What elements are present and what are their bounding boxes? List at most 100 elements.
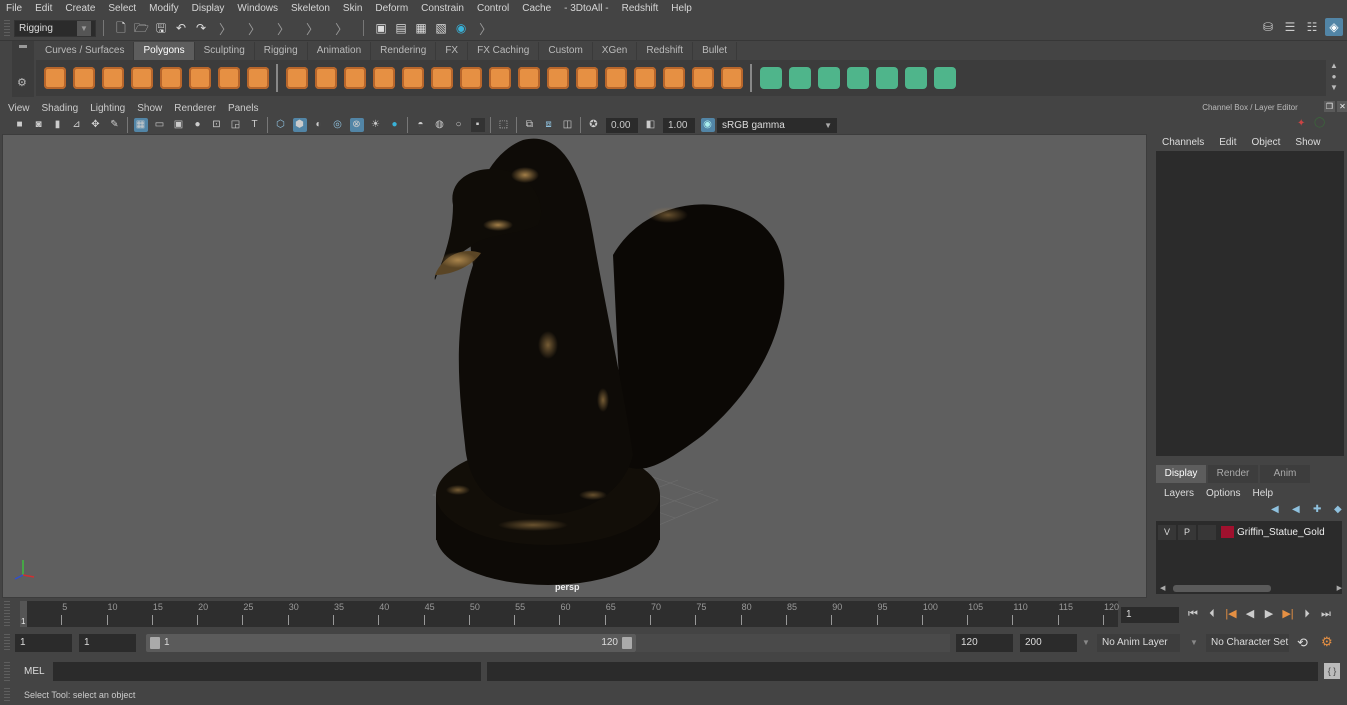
image-plane-icon[interactable]: ⊿ bbox=[70, 118, 84, 132]
shelf-tab-sculpting[interactable]: Sculpting bbox=[194, 42, 255, 60]
tool-settings-icon[interactable]: ☷ bbox=[1303, 18, 1321, 36]
bevel-edge-icon[interactable] bbox=[575, 67, 598, 89]
attribute-editor-icon[interactable]: ☰ bbox=[1281, 18, 1299, 36]
shelf-tab-curves-surfaces[interactable]: Curves / Surfaces bbox=[36, 42, 135, 60]
smooth-icon[interactable] bbox=[372, 67, 395, 89]
collapse-arrow-icon[interactable]: 〉 bbox=[335, 19, 348, 38]
poly-cylinder-icon[interactable] bbox=[101, 67, 124, 89]
scroll-up-icon[interactable]: ▲ bbox=[1327, 60, 1341, 71]
script-editor-icon[interactable]: { } bbox=[1324, 663, 1340, 679]
menu-cache[interactable]: Cache bbox=[522, 3, 551, 14]
color-management-icon[interactable]: ◉ bbox=[700, 118, 715, 132]
layer-row[interactable]: V P Griffin_Statue_Gold bbox=[1158, 524, 1325, 540]
viewport-menu-view[interactable]: View bbox=[8, 103, 30, 114]
menu-create[interactable]: Create bbox=[65, 3, 95, 14]
grid-icon[interactable]: ▦ bbox=[133, 118, 148, 132]
layer-visibility-toggle[interactable]: V bbox=[1158, 524, 1176, 540]
collapse-arrow-icon[interactable]: 〉 bbox=[479, 19, 492, 38]
bridge-icon[interactable] bbox=[430, 67, 453, 89]
render-settings-icon[interactable]: ▧ bbox=[434, 21, 448, 35]
depth-of-field-icon[interactable]: ○ bbox=[452, 118, 466, 132]
playback-start-field[interactable]: 1 bbox=[79, 634, 136, 652]
shelf-tab-fx-caching[interactable]: FX Caching bbox=[468, 42, 540, 60]
manipulator-icon[interactable]: ✦ bbox=[1297, 118, 1305, 129]
collapse-arrow-icon[interactable]: 〉 bbox=[219, 19, 232, 38]
layer-name[interactable]: Griffin_Statue_Gold bbox=[1237, 527, 1325, 538]
multisample-aa-icon[interactable]: ◍ bbox=[433, 118, 447, 132]
exposure-icon[interactable]: ✪ bbox=[587, 118, 601, 132]
go-to-start-icon[interactable]: ⏮ bbox=[1184, 606, 1202, 622]
isolate-select-icon[interactable]: ▪ bbox=[470, 118, 485, 132]
range-start-handle[interactable] bbox=[150, 637, 160, 649]
menu-file[interactable]: File bbox=[6, 3, 22, 14]
shadows-icon[interactable]: ☀ bbox=[369, 118, 383, 132]
menu-control[interactable]: Control bbox=[477, 3, 509, 14]
chevron-down-icon[interactable]: ▼ bbox=[1082, 638, 1090, 647]
gamma-field[interactable]: 1.00 bbox=[663, 117, 695, 133]
undo-icon[interactable]: ↶ bbox=[174, 21, 188, 35]
cut-sew-icon[interactable] bbox=[933, 67, 956, 89]
step-forward-key-icon[interactable]: ▶| bbox=[1279, 606, 1297, 622]
menu-help[interactable]: Help bbox=[671, 3, 692, 14]
command-input[interactable] bbox=[53, 662, 481, 681]
exposure-field[interactable]: 0.00 bbox=[606, 117, 638, 133]
spherical-mapping-icon[interactable] bbox=[817, 67, 840, 89]
redo-icon[interactable]: ↷ bbox=[194, 21, 208, 35]
new-scene-icon[interactable]: 🗋 bbox=[114, 21, 128, 35]
collapse-arrow-icon[interactable]: 〉 bbox=[248, 19, 261, 38]
mirror-icon[interactable] bbox=[343, 67, 366, 89]
range-slider[interactable]: 1 120 bbox=[146, 634, 636, 652]
camera-attributes-icon[interactable]: ◙ bbox=[32, 118, 46, 132]
range-end-handle[interactable] bbox=[622, 637, 632, 649]
resolution-gate-icon[interactable]: ▣ bbox=[172, 118, 186, 132]
float-panel-icon[interactable]: ❐ bbox=[1324, 101, 1335, 112]
help-line-grip[interactable] bbox=[4, 688, 10, 702]
shelf-tab-polygons[interactable]: Polygons bbox=[134, 42, 195, 60]
menu-constrain[interactable]: Constrain bbox=[421, 3, 464, 14]
new-layer-from-selected-icon[interactable]: ◆ bbox=[1334, 504, 1346, 516]
animation-end-field[interactable]: 200 bbox=[1020, 634, 1077, 652]
layer-playback-toggle[interactable]: P bbox=[1178, 524, 1196, 540]
menu-set-dropdown[interactable]: Rigging ▼ bbox=[14, 19, 96, 37]
animation-preferences-icon[interactable]: ⚙ bbox=[1321, 634, 1333, 650]
film-gate-icon[interactable]: ▭ bbox=[153, 118, 167, 132]
viewport-menu-shading[interactable]: Shading bbox=[42, 103, 79, 114]
select-camera-icon[interactable]: ■ bbox=[13, 118, 27, 132]
channel-box-icon[interactable]: ◈ bbox=[1325, 18, 1343, 36]
channel-list[interactable] bbox=[1156, 151, 1344, 456]
insert-edge-loop-icon[interactable] bbox=[604, 67, 627, 89]
quad-draw-icon[interactable] bbox=[662, 67, 685, 89]
save-scene-icon[interactable]: 🖫 bbox=[154, 21, 168, 35]
poly-torus-icon[interactable] bbox=[188, 67, 211, 89]
layer-menu-layers[interactable]: Layers bbox=[1164, 488, 1194, 499]
gear-icon[interactable]: ⚙ bbox=[17, 76, 27, 89]
go-to-end-icon[interactable]: ⏭ bbox=[1317, 606, 1335, 622]
scrollbar-thumb[interactable] bbox=[1173, 584, 1272, 592]
command-line-grip[interactable] bbox=[4, 662, 10, 681]
gamma-icon[interactable]: ◧ bbox=[644, 118, 658, 132]
play-backwards-icon[interactable]: ◀ bbox=[1241, 606, 1259, 622]
textured-icon[interactable]: ◎ bbox=[331, 118, 345, 132]
menu-redshift[interactable]: Redshift bbox=[622, 3, 659, 14]
unfold-icon[interactable] bbox=[875, 67, 898, 89]
modeling-toolkit-icon[interactable]: ⛁ bbox=[1259, 18, 1277, 36]
bevel-icon[interactable] bbox=[459, 67, 482, 89]
gate-mask-icon[interactable]: ● bbox=[191, 118, 205, 132]
move-layer-up-icon[interactable]: ◀ bbox=[1271, 504, 1283, 516]
fill-hole-icon[interactable] bbox=[691, 67, 714, 89]
extrude-icon[interactable] bbox=[401, 67, 424, 89]
step-back-frame-icon[interactable]: ⏴ bbox=[1203, 606, 1221, 622]
planar-mapping-icon[interactable] bbox=[759, 67, 782, 89]
shelf-tab-fx[interactable]: FX bbox=[436, 42, 469, 60]
poly-cube-icon[interactable] bbox=[72, 67, 95, 89]
xray-joints-icon[interactable]: ⧉ bbox=[523, 118, 537, 132]
shelf-tab-xgen[interactable]: XGen bbox=[592, 42, 638, 60]
merge-icon[interactable] bbox=[720, 67, 743, 89]
scroll-down-icon[interactable]: ▼ bbox=[1327, 82, 1341, 93]
move-layer-down-icon[interactable]: ◀ bbox=[1292, 504, 1304, 516]
menu-edit[interactable]: Edit bbox=[35, 3, 52, 14]
shelf-tab-animation[interactable]: Animation bbox=[307, 42, 372, 60]
layer-menu-help[interactable]: Help bbox=[1252, 488, 1273, 499]
bookmark-icon[interactable]: ▮ bbox=[51, 118, 65, 132]
field-chart-icon[interactable]: ⊡ bbox=[210, 118, 224, 132]
